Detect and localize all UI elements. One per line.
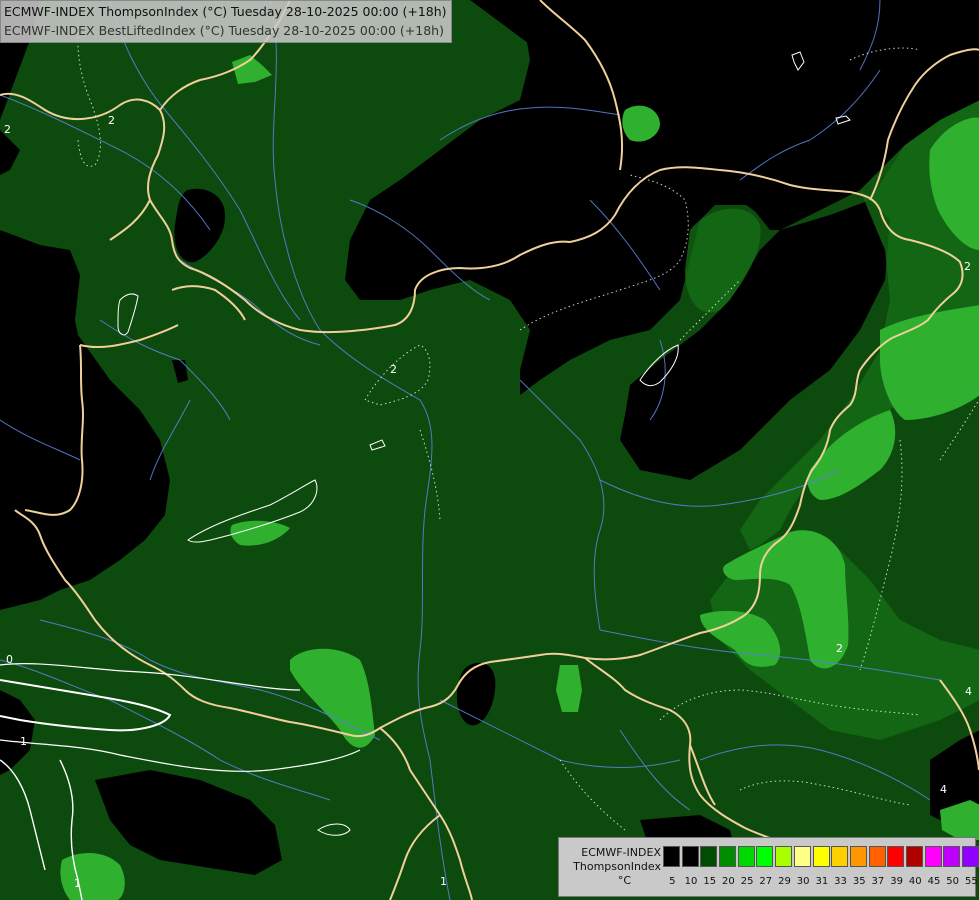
thompson-index-title: ECMWF-INDEX ThompsonIndex (°C) Tuesday 2…	[4, 4, 447, 19]
weather-map: 2 2 2 0 1 1 2 2 1 4 4	[0, 0, 979, 900]
legend-swatch	[962, 846, 979, 867]
contour-label: 2	[836, 642, 843, 655]
legend-tick-label: 10	[684, 876, 698, 887]
legend-subtitle: ThompsonIndex	[573, 860, 661, 873]
legend-swatch	[737, 846, 755, 867]
legend-title: ECMWF-INDEX	[581, 846, 661, 859]
legend-tick-label: 50	[946, 876, 960, 887]
legend-swatch	[681, 846, 699, 867]
legend-swatch	[793, 846, 811, 867]
legend-tick-label: 15	[703, 876, 717, 887]
contour-label: 1	[440, 875, 447, 888]
legend-ticks: 51015202527293031333537394045505560	[663, 876, 979, 887]
legend-tick-label: 30	[796, 876, 810, 887]
contour-label: 4	[965, 685, 972, 698]
legend-tick-label: 37	[871, 876, 885, 887]
legend-swatch	[775, 846, 793, 867]
legend-tick-label: 40	[908, 876, 922, 887]
contour-label: 2	[4, 123, 11, 136]
legend-tick-label: 27	[759, 876, 773, 887]
legend-swatch	[719, 846, 737, 867]
legend-tick-label: 35	[852, 876, 866, 887]
legend-tick-label: 39	[890, 876, 903, 887]
legend-unit: °C	[617, 874, 631, 887]
legend-swatch	[700, 846, 718, 867]
map-title-box: ECMWF-INDEX ThompsonIndex (°C) Tuesday 2…	[0, 0, 452, 43]
legend-swatches	[663, 846, 979, 867]
legend-swatch	[868, 846, 886, 867]
contour-label: 0	[6, 653, 13, 666]
contour-label: 1	[20, 735, 27, 748]
legend-swatch	[943, 846, 961, 867]
legend-tick-label: 29	[778, 876, 791, 887]
legend-tick-label: 55	[964, 876, 978, 887]
legend-tick-label: 25	[740, 876, 754, 887]
legend-swatch	[849, 846, 867, 867]
best-lifted-index-title: ECMWF-INDEX BestLiftedIndex (°C) Tuesday…	[4, 23, 444, 38]
legend-swatch	[924, 846, 942, 867]
contour-label: 4	[940, 783, 947, 796]
legend-swatch	[663, 846, 680, 867]
contour-label: 2	[964, 260, 971, 273]
legend-label: ECMWF-INDEX ThompsonIndex °C	[561, 846, 661, 888]
legend-swatch	[905, 846, 923, 867]
contour-label: 2	[108, 114, 115, 127]
legend-swatch	[887, 846, 905, 867]
legend-tick-label: 33	[834, 876, 847, 887]
legend-tick-label: 20	[722, 876, 735, 887]
legend-tick-label: 45	[927, 876, 941, 887]
legend-swatch	[756, 846, 774, 867]
contour-label: 2	[390, 363, 397, 376]
color-legend: ECMWF-INDEX ThompsonIndex °C 5 10 15 20 25 27…	[558, 837, 979, 897]
legend-tick-label: 31	[815, 876, 829, 887]
legend-swatch	[831, 846, 849, 867]
contour-label: 1	[74, 877, 81, 890]
legend-tick-label: 5	[669, 876, 676, 887]
legend-swatch	[812, 846, 830, 867]
